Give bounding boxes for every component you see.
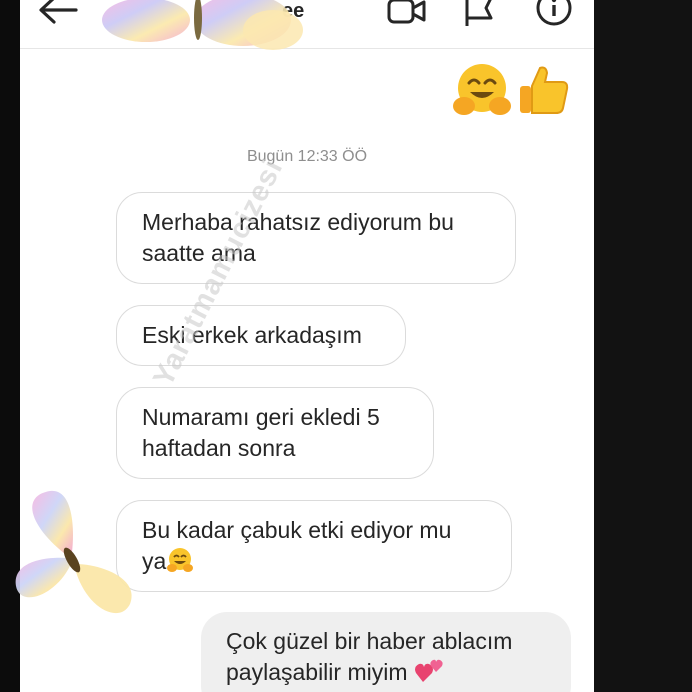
thumbs-up-emoji (514, 62, 570, 123)
back-arrow-icon[interactable] (36, 0, 80, 33)
flag-icon[interactable] (462, 0, 496, 33)
hugging-face-emoji (166, 547, 194, 573)
video-call-icon[interactable] (386, 0, 428, 33)
butterfly-sticker-left (10, 486, 150, 631)
two-hearts-emoji (414, 658, 443, 684)
reaction-emojis (452, 62, 570, 123)
message-line: Numaramı geri ekledi 5 (142, 404, 380, 430)
message-timestamp: Bugün 12:33 ÖÖ (246, 148, 368, 165)
message-bubble-outgoing[interactable]: Çok güzel bir haber ablacım paylaşabilir… (201, 612, 571, 692)
message-line: paylaşabilir miyim (226, 659, 408, 685)
right-dark-border (594, 0, 692, 692)
butterfly-sticker-top (98, 0, 308, 57)
message-line: Bu kadar çabuk etki ediyor mu (142, 517, 452, 543)
message-bubble-incoming[interactable]: Numaramı geri ekledi 5 haftadan sonra (116, 387, 434, 479)
hugging-face-emoji (452, 62, 512, 123)
message-line: saatte ama (142, 240, 256, 266)
message-line: Merhaba rahatsız ediyorum bu (142, 209, 454, 235)
info-icon[interactable] (534, 0, 574, 35)
message-line: haftadan sonra (142, 435, 296, 461)
message-bubble-incoming[interactable]: Merhaba rahatsız ediyorum bu saatte ama (116, 192, 516, 284)
message-bubble-incoming[interactable]: Bu kadar çabuk etki ediyor mu ya (116, 500, 512, 592)
message-line: Çok güzel bir haber ablacım (226, 628, 513, 654)
